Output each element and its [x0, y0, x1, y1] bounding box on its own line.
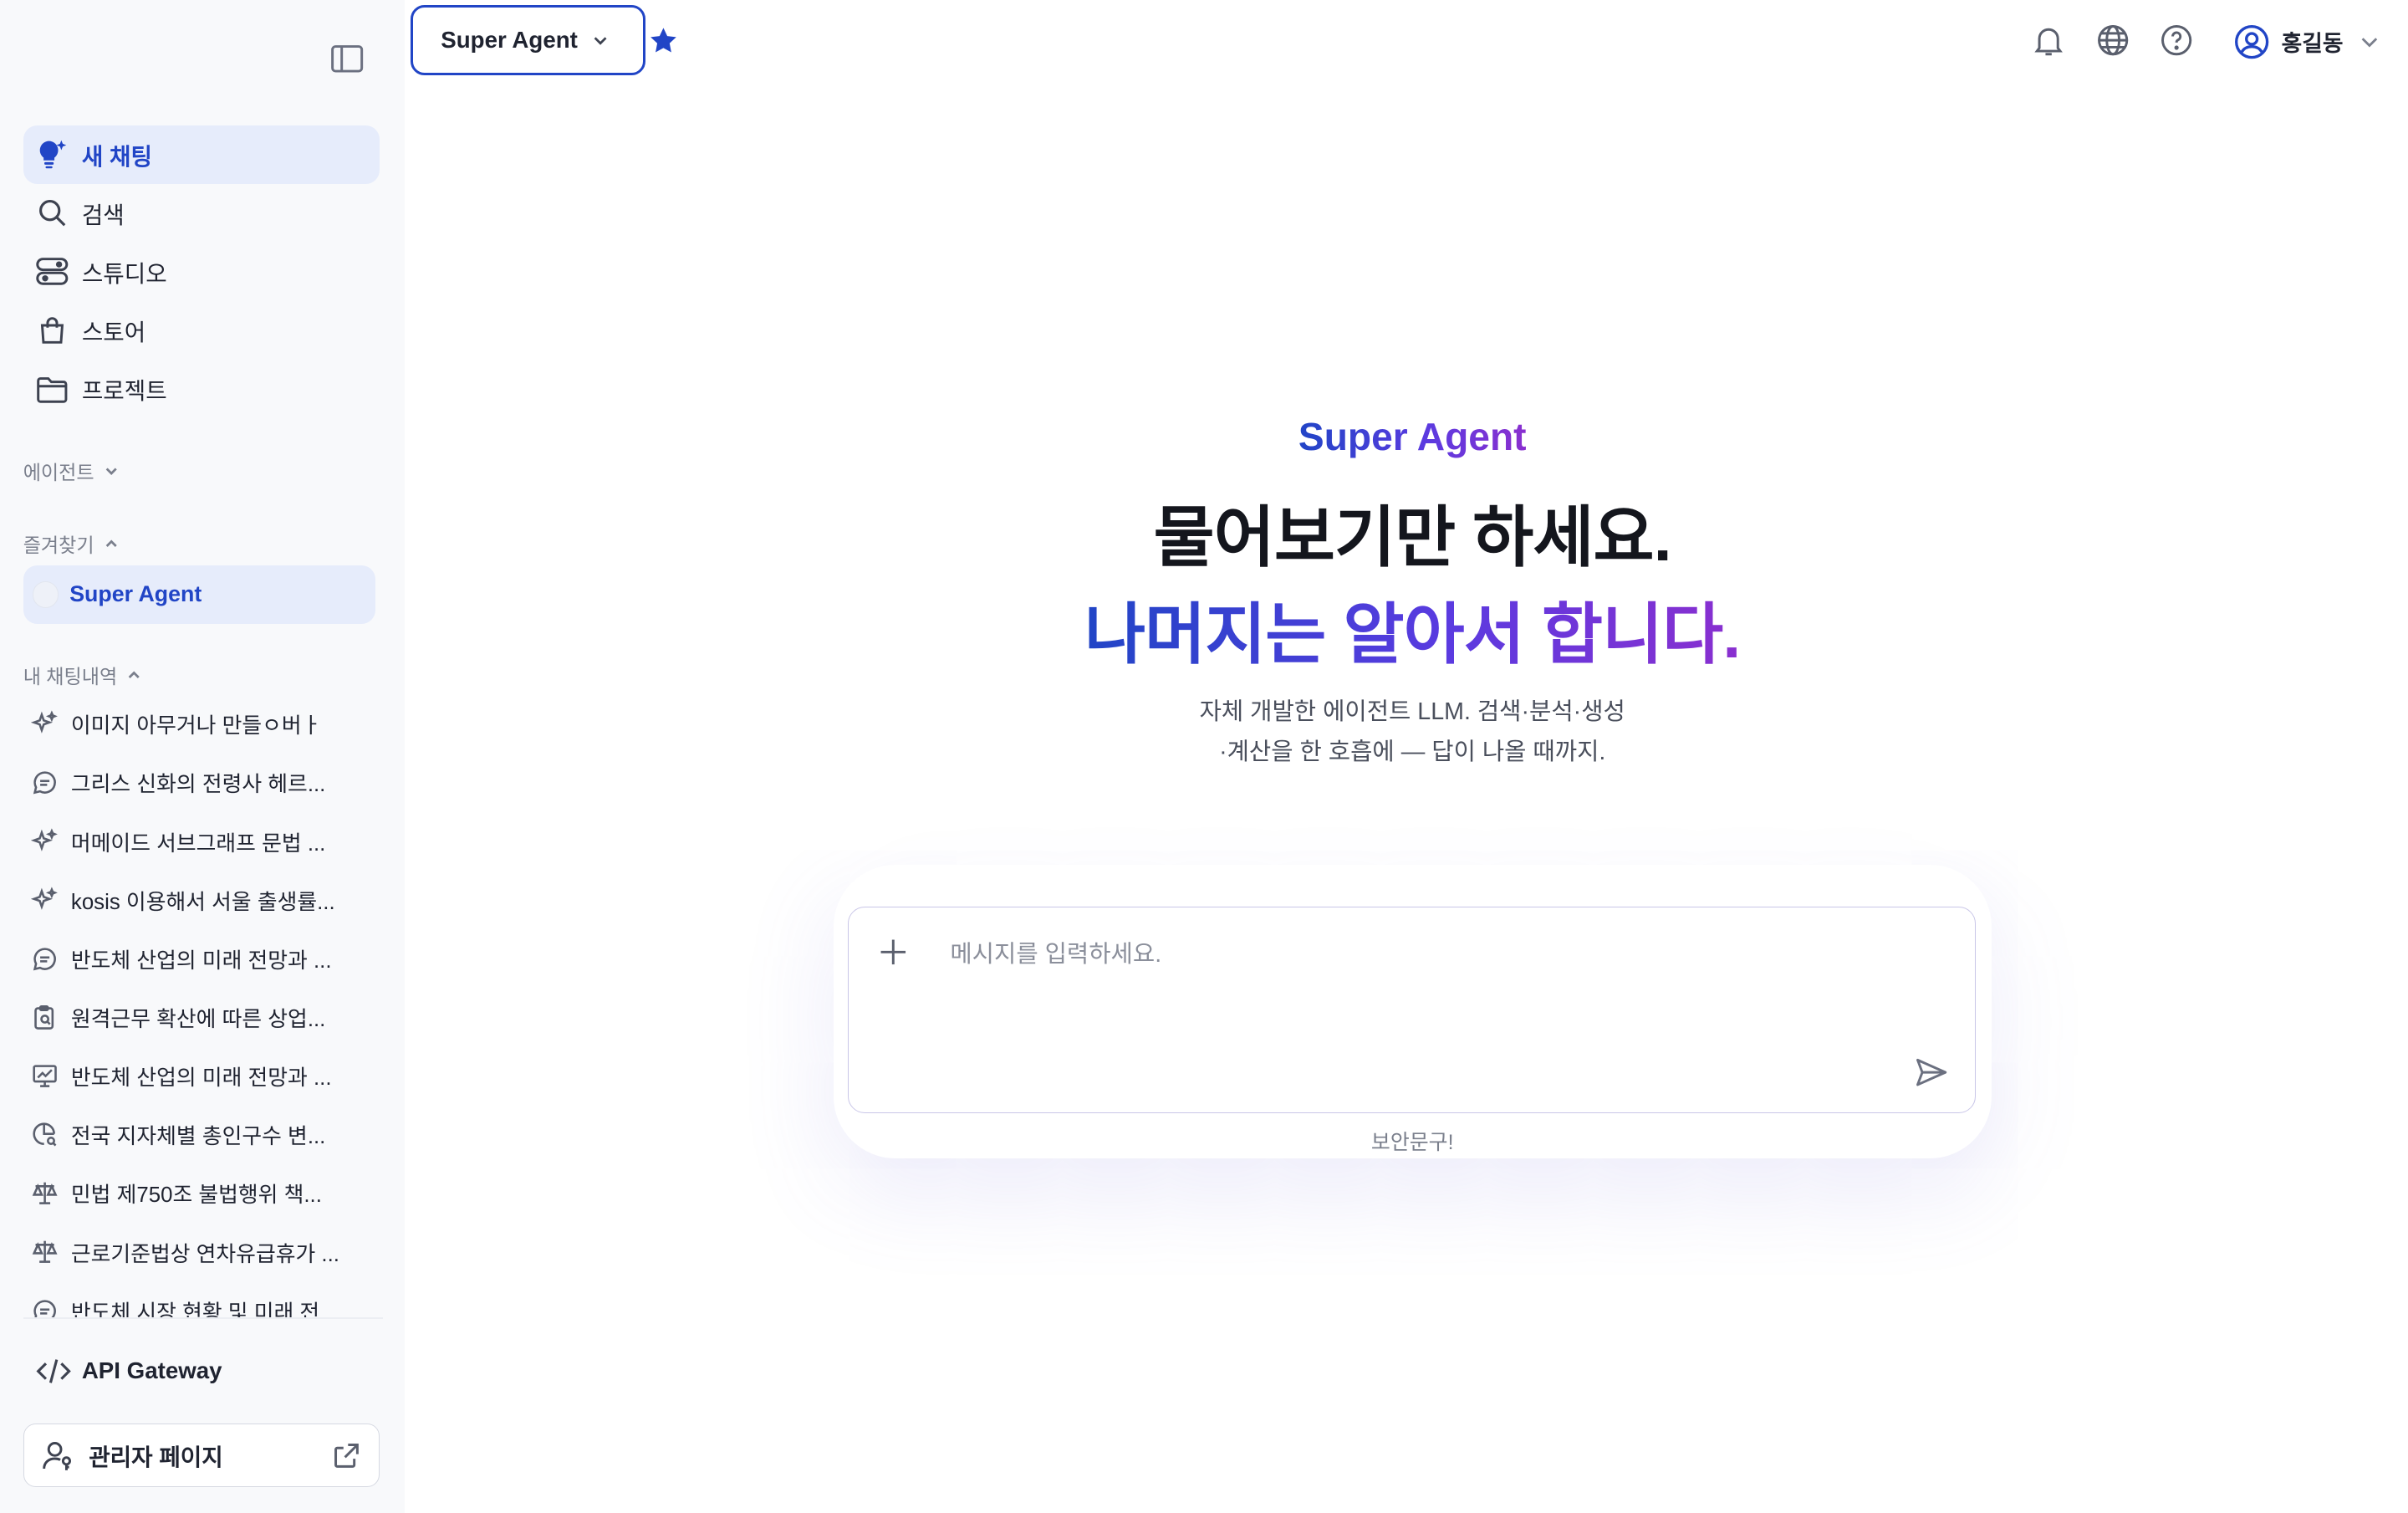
nav-item-label: 검색: [81, 202, 125, 228]
chart-presentation-icon: [29, 1061, 60, 1091]
history-item[interactable]: 전국 지자체별 총인구수 변...: [23, 1106, 383, 1164]
favorite-item-super-agent[interactable]: Super Agent: [23, 565, 375, 624]
history-item[interactable]: 머메이드 서브그래프 문법 ...: [23, 812, 383, 871]
history-item-label: 근로기준법상 연차유급휴가 ...: [70, 1242, 339, 1266]
nav-item-label: 새 채팅: [81, 143, 152, 170]
chevron-down-icon: [105, 468, 117, 476]
help-question-icon[interactable]: [2158, 22, 2195, 59]
api-gateway-label: API Gateway: [81, 1357, 222, 1384]
nav-item-projects[interactable]: 프로젝트: [23, 360, 380, 418]
sparkle-icon: [29, 885, 60, 916]
sparkle-icon: [29, 826, 60, 857]
history-item[interactable]: 민법 제750조 불법행위 책...: [23, 1164, 383, 1223]
nav-item-store[interactable]: 스토어: [23, 301, 380, 360]
sidebar: 새 채팅 검색 스튜디오 스토어 프로젝트 에이전트 즐겨찾기 Super Ag…: [0, 0, 405, 1513]
hero-headline-secondary: 나머지는 알아서 합니다.: [911, 580, 1914, 677]
chat-bubble-icon: [29, 768, 60, 799]
external-link-icon: [334, 1443, 359, 1468]
code-icon: [35, 1354, 72, 1388]
nav-item-search[interactable]: 검색: [23, 184, 380, 243]
chat-history-list: 이미지 아무거나 만들ㅇ버ㅏ 그리스 신화의 전령사 헤르... 머메이드 서브…: [23, 695, 383, 1317]
user-menu[interactable]: 홍길동: [2233, 20, 2380, 64]
admin-page-label: 관리자 페이지: [89, 1444, 223, 1470]
store-bag-icon: [35, 314, 69, 348]
folder-icon: [35, 372, 69, 406]
nav-item-label: 프로젝트: [81, 378, 167, 405]
hero-description-line: 자체 개발한 에이전트 LLM. 검색·분석·생성: [1199, 698, 1625, 726]
favorite-star-icon[interactable]: [648, 25, 679, 56]
studio-icon: [35, 255, 69, 289]
history-item[interactable]: 반도체 시장 현황 및 미래 전...: [23, 1281, 383, 1317]
send-icon[interactable]: [1913, 1054, 1950, 1091]
new-chat-icon: [35, 137, 69, 171]
user-name: 홍길동: [2281, 31, 2344, 57]
message-composer: [847, 906, 1977, 1114]
history-item[interactable]: kosis 이용해서 서울 출생률...: [23, 871, 383, 929]
history-item-label: 이미지 아무거나 만들ㅇ버ㅏ: [70, 714, 322, 739]
nav-item-studio[interactable]: 스튜디오: [23, 243, 380, 301]
chat-bubble-icon: [29, 1296, 60, 1317]
chevron-up-icon: [128, 671, 140, 678]
agent-selector-label: Super Agent: [441, 26, 578, 53]
section-label: 즐겨찾기: [23, 534, 94, 557]
message-input[interactable]: [946, 932, 1880, 979]
scale-icon: [29, 1178, 60, 1209]
history-item[interactable]: 반도체 산업의 미래 전망과 ...: [23, 1047, 383, 1106]
history-section-toggle[interactable]: 내 채팅내역: [23, 661, 142, 689]
attach-plus-icon[interactable]: [876, 935, 911, 969]
history-item[interactable]: 그리스 신화의 전령사 헤르...: [23, 754, 383, 812]
search-icon: [35, 196, 69, 230]
nav-item-label: 스튜디오: [81, 260, 167, 287]
history-item-label: kosis 이용해서 서울 출생률...: [70, 890, 335, 914]
api-gateway-link[interactable]: API Gateway: [23, 1342, 380, 1400]
hero-headline-primary: 물어보기만 하세요.: [1153, 499, 1672, 575]
sparkle-icon: [29, 708, 60, 739]
history-item-label: 반도체 산업의 미래 전망과 ...: [70, 948, 332, 973]
admin-page-button[interactable]: 관리자 페이지: [23, 1424, 380, 1487]
agents-section-toggle[interactable]: 에이전트: [23, 457, 119, 485]
chevron-down-icon: [594, 37, 607, 45]
history-item[interactable]: 반도체 산업의 미래 전망과 ...: [23, 929, 383, 988]
hero-brand: Super Agent: [1281, 414, 1543, 459]
chevron-up-icon: [105, 539, 117, 547]
history-item-label: 반도체 산업의 미래 전망과 ...: [70, 1066, 332, 1091]
agent-avatar-icon: [32, 580, 59, 608]
nav-item-label: 스토어: [81, 319, 146, 346]
section-label: 내 채팅내역: [23, 666, 118, 688]
favorite-label: Super Agent: [69, 581, 202, 607]
hero-description: 자체 개발한 에이전트 LLM. 검색·분석·생성 ·계산을 한 호흡에 — 답…: [988, 692, 1837, 772]
history-item-label: 민법 제750조 불법행위 책...: [70, 1183, 322, 1208]
chevron-down-icon: [2361, 38, 2378, 48]
sidebar-toggle-icon[interactable]: [329, 42, 365, 76]
agent-selector[interactable]: Super Agent: [411, 4, 645, 76]
history-item[interactable]: 원격근무 확산에 따른 상업...: [23, 988, 383, 1046]
history-item-label: 반도체 시장 현황 및 미래 전...: [70, 1301, 338, 1317]
sidebar-divider: [23, 1316, 383, 1319]
scale-icon: [29, 1237, 60, 1268]
notification-bell-icon[interactable]: [2030, 22, 2067, 59]
security-notice: 보안문구!: [1370, 1130, 1454, 1154]
history-item-label: 전국 지자체별 총인구수 변...: [70, 1125, 326, 1149]
favorites-section-toggle[interactable]: 즐겨찾기: [23, 529, 119, 558]
history-item-label: 머메이드 서브그래프 문법 ...: [70, 831, 326, 856]
user-avatar-icon: [2235, 24, 2269, 59]
hero-description-line: ·계산을 한 호흡에 — 답이 나올 때까지.: [1219, 739, 1606, 766]
chat-bubble-icon: [29, 943, 60, 974]
history-item-label: 그리스 신화의 전령사 헤르...: [70, 773, 326, 797]
section-label: 에이전트: [23, 462, 94, 484]
clipboard-search-icon: [29, 1002, 60, 1033]
globe-language-icon[interactable]: [2094, 22, 2131, 59]
chart-search-icon: [29, 1119, 60, 1150]
history-item-label: 원격근무 확산에 따른 상업...: [70, 1008, 326, 1032]
user-key-icon: [41, 1439, 75, 1473]
history-item[interactable]: 근로기준법상 연차유급휴가 ...: [23, 1223, 383, 1281]
hero-headline-gradient-text: 나머지는 알아서 합니다.: [1084, 597, 1741, 672]
nav-item-new-chat[interactable]: 새 채팅: [23, 125, 380, 184]
history-item[interactable]: 이미지 아무거나 만들ㅇ버ㅏ: [23, 695, 383, 754]
hero-brand-text: Super Agent: [1298, 414, 1527, 458]
